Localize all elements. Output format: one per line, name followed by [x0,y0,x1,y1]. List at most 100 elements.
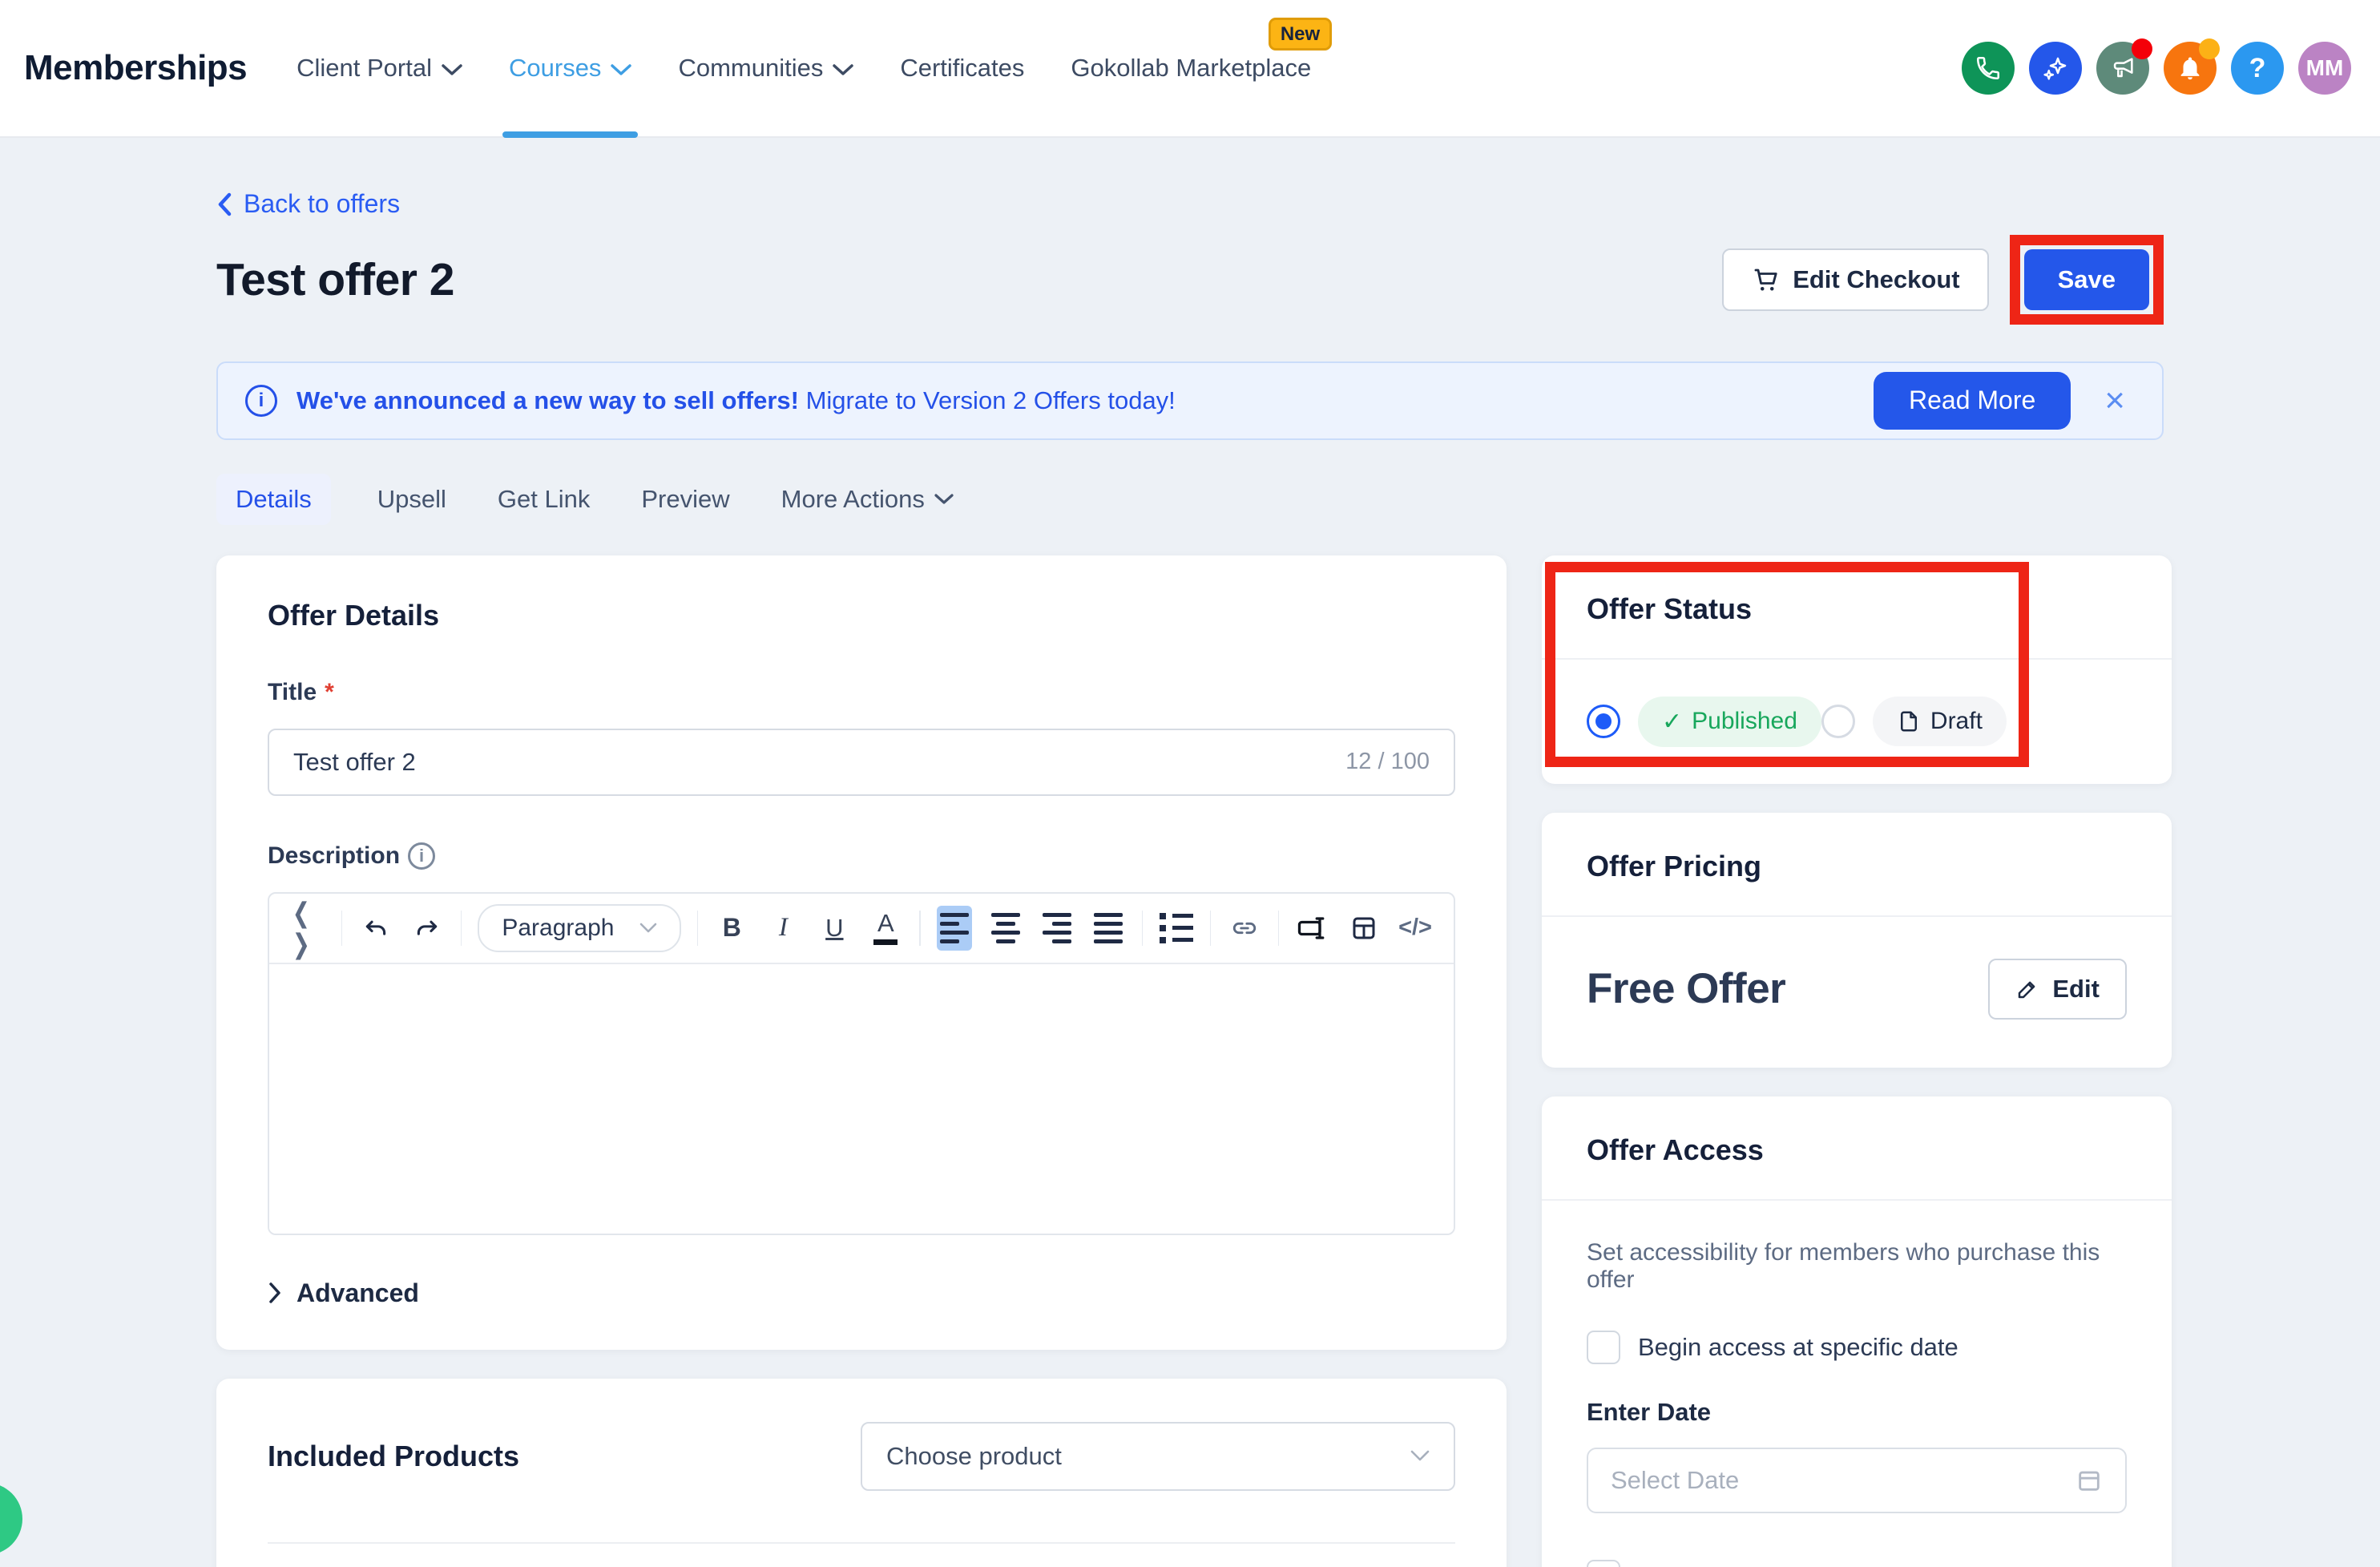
align-center-icon[interactable] [988,906,1023,951]
back-to-offers-link[interactable]: Back to offers [216,189,400,219]
bullet-list-icon[interactable] [1159,906,1194,951]
restrict-access-checkbox[interactable] [1587,1560,1620,1567]
chevron-down-icon [1410,1450,1430,1462]
required-asterisk: * [325,679,334,706]
offer-status-card: Offer Status ✓ Published [1542,555,2172,784]
begin-access-checkbox[interactable] [1587,1331,1620,1364]
enter-date-label: Enter Date [1587,1398,2127,1427]
offer-access-description: Set accessibility for members who purcha… [1587,1239,2127,1294]
redo-icon[interactable] [409,906,445,951]
text-field-icon[interactable] [1295,906,1330,951]
nav-item-certificates[interactable]: Certificates [900,0,1024,136]
info-icon: i [245,385,277,417]
tab-details[interactable]: Details [216,474,331,525]
title-input-wrap: 12 / 100 [268,729,1455,796]
editor-toolbar: ❬ ❭ Paragraph [269,894,1454,964]
top-header: Memberships Client Portal Courses Commun… [0,0,2380,138]
notification-dot [2199,38,2220,59]
italic-icon[interactable]: I [765,906,801,951]
offer-details-card: Offer Details Title * 12 / 100 Descripti… [216,555,1507,1350]
file-icon [1897,709,1921,733]
active-tab-underline [502,131,638,138]
underline-icon[interactable]: U [817,906,852,951]
title-label: Title * [268,679,1455,706]
info-icon: i [408,842,435,870]
tab-get-link[interactable]: Get Link [493,474,595,525]
nav-item-client-portal[interactable]: Client Portal [296,0,462,136]
phone-icon[interactable] [1962,42,2015,95]
bold-icon[interactable]: B [714,906,749,951]
offer-status-heading: Offer Status [1542,555,2172,658]
divider [268,1542,1455,1544]
align-left-icon[interactable] [937,906,972,951]
chevron-down-icon [833,63,853,76]
offer-pricing-heading: Offer Pricing [1542,813,2172,915]
chevron-down-icon [639,923,657,934]
chevron-down-icon [611,63,631,76]
avatar[interactable]: MM [2298,42,2351,95]
offer-access-card: Offer Access Set accessibility for membe… [1542,1096,2172,1567]
pencil-icon [2015,977,2039,1001]
description-editor: ❬ ❭ Paragraph [268,892,1455,1235]
banner-text: We've announced a new way to sell offers… [296,386,1176,415]
check-icon: ✓ [1662,708,1682,736]
radio-draft[interactable] [1821,705,1855,738]
announcements-megaphone-icon[interactable] [2096,42,2149,95]
offer-access-heading: Offer Access [1542,1096,2172,1199]
nav-item-communities[interactable]: Communities [678,0,853,136]
date-input[interactable] [1611,1466,2075,1495]
code-view-icon[interactable]: ❬ ❭ [290,906,325,951]
notifications-bell-icon[interactable] [2164,42,2217,95]
page-title: Test offer 2 [216,253,454,306]
title-input[interactable] [293,748,1345,777]
tab-preview[interactable]: Preview [636,474,734,525]
description-editor-content[interactable] [269,964,1454,1234]
choose-product-select[interactable]: Choose product [861,1422,1455,1491]
close-icon[interactable]: × [2104,383,2125,418]
main-content: Back to offers Test offer 2 Edit Checkou… [0,138,2380,1567]
ai-sparkles-icon[interactable] [2029,42,2082,95]
align-right-icon[interactable] [1039,906,1075,951]
restrict-access-row: Restrict access to specific amount of da… [1587,1560,2127,1567]
header-icons: ? MM [1962,42,2351,95]
included-products-card: Included Products Choose product [216,1379,1507,1567]
edit-pricing-button[interactable]: Edit [1988,959,2127,1020]
advanced-expander[interactable]: Advanced [268,1278,1455,1308]
offer-details-heading: Offer Details [268,599,1455,632]
published-badge: ✓ Published [1638,697,1821,747]
date-input-wrap [1587,1448,2127,1513]
char-counter: 12 / 100 [1345,749,1430,775]
help-icon[interactable]: ? [2231,42,2284,95]
nav-item-gokollab-marketplace[interactable]: Gokollab Marketplace New [1071,0,1311,136]
cart-icon [1751,265,1780,294]
begin-access-row: Begin access at specific date [1587,1331,2127,1364]
pricing-value: Free Offer [1587,964,1785,1013]
description-label: Description i [268,842,1455,870]
edit-checkout-button[interactable]: Edit Checkout [1722,248,1988,311]
published-option[interactable]: ✓ Published [1587,697,1821,747]
undo-icon[interactable] [358,906,393,951]
table-icon[interactable] [1346,906,1382,951]
tab-more-actions[interactable]: More Actions [777,474,958,525]
read-more-button[interactable]: Read More [1874,372,2071,430]
included-products-heading: Included Products [268,1440,519,1473]
app-title: Memberships [24,48,247,88]
draft-option[interactable]: Draft [1821,697,2007,746]
main-nav: Client Portal Courses Communities Certif… [296,0,1311,136]
paragraph-style-select[interactable]: Paragraph [478,904,681,952]
radio-published[interactable] [1587,705,1620,738]
save-button[interactable]: Save [2024,249,2149,310]
new-badge: New [1269,18,1332,50]
tab-upsell[interactable]: Upsell [373,474,451,525]
align-justify-icon[interactable] [1091,906,1126,951]
save-annotation-box: Save [2010,235,2164,325]
chevron-down-icon [934,493,954,505]
chevron-right-icon [268,1282,282,1304]
title-row: Test offer 2 Edit Checkout Save [216,235,2164,325]
nav-item-courses[interactable]: Courses [509,0,631,136]
link-icon[interactable] [1227,906,1262,951]
text-color-icon[interactable]: A [868,906,903,951]
tabs: Details Upsell Get Link Preview More Act… [216,474,2164,525]
draft-badge: Draft [1873,697,2007,746]
source-code-icon[interactable]: </> [1398,906,1433,951]
